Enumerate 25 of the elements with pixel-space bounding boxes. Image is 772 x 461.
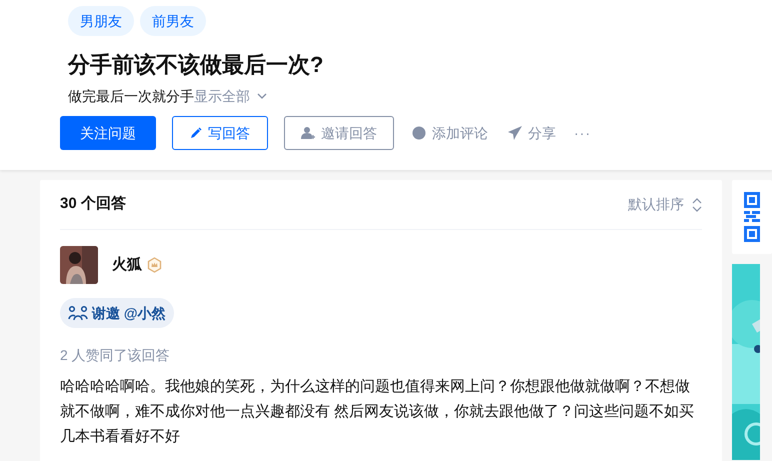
- answer-count: 30 个回答: [60, 194, 126, 214]
- sort-icon: [692, 198, 702, 212]
- badge-icon: [147, 257, 162, 273]
- pencil-icon: [190, 127, 202, 139]
- follow-button[interactable]: 关注问题: [60, 116, 156, 150]
- topic-tag[interactable]: 前男友: [140, 6, 206, 36]
- comment-bubble-icon: [412, 126, 426, 140]
- show-all-link[interactable]: 显示全部: [194, 86, 268, 106]
- share-button[interactable]: 分享: [508, 122, 556, 144]
- question-detail: 做完最后一次就分手: [68, 87, 194, 106]
- vote-count: 2 人赞同了该回答: [60, 346, 171, 365]
- paper-plane-icon: [508, 126, 522, 140]
- add-comment-button[interactable]: 添加评论: [412, 122, 488, 144]
- invite-button[interactable]: 邀请回答: [284, 116, 394, 150]
- write-answer-button[interactable]: 写回答: [172, 116, 268, 150]
- add-user-icon: [301, 126, 315, 140]
- qr-code-icon: [744, 192, 760, 242]
- topic-tag[interactable]: 男朋友: [68, 6, 134, 36]
- question-title: 分手前该不该做最后一次?: [68, 51, 324, 79]
- thanks-tag: 谢邀 @小然: [60, 298, 174, 328]
- answer-text: 哈哈哈哈啊哈。我他娘的笑死，为什么这样的问题也值得来网上问？你想跟他做就做啊？不想做就不做啊，难不成你对他一点兴趣都没有 然后网友说该做，你就去跟他做了？问这些问题不如买几本书看看好不好: [60, 377, 696, 447]
- author-name[interactable]: 火狐: [112, 254, 142, 276]
- people-icon: [68, 305, 88, 321]
- sort-dropdown[interactable]: 默认排序: [628, 194, 702, 215]
- more-button[interactable]: ···: [574, 122, 591, 144]
